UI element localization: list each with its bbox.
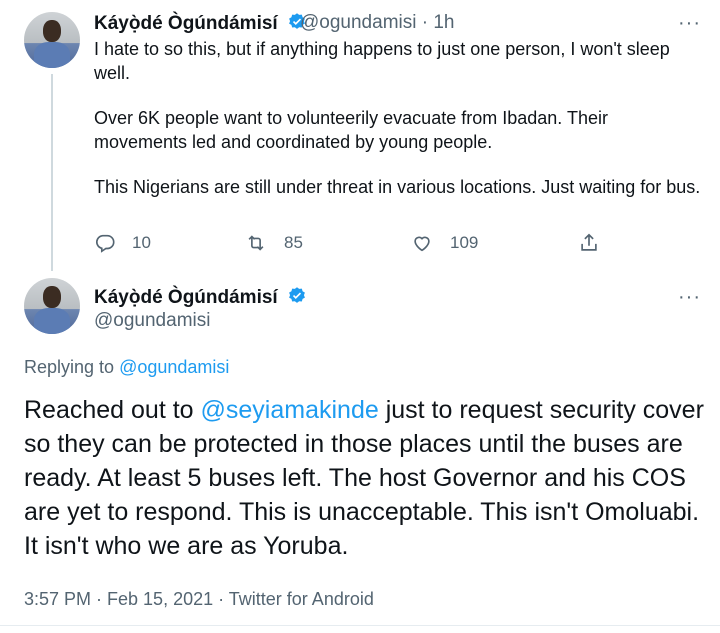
handle-text: @ogundamisi	[300, 12, 417, 33]
author-avatar[interactable]	[24, 278, 80, 334]
avatar-body	[34, 308, 70, 334]
replying-to-link[interactable]: @ogundamisi	[119, 357, 229, 377]
mention-link[interactable]: @seyiamakinde	[201, 396, 379, 424]
share-button[interactable]	[578, 232, 600, 254]
reply-count: 10	[132, 233, 151, 252]
tweet-text-start: Reached out to	[24, 396, 201, 424]
like-count: 109	[450, 233, 479, 252]
share-icon	[578, 232, 600, 254]
avatar-body	[34, 42, 70, 68]
author-handle[interactable]: @ogundamisi · 1h	[300, 12, 455, 34]
like-button[interactable]: 109	[410, 232, 478, 254]
thread-connector-line	[51, 74, 53, 271]
retweet-icon	[244, 232, 268, 254]
avatar-head	[43, 286, 61, 308]
divider	[0, 625, 720, 626]
tweet-text: Reached out to @seyiamakinde just to req…	[24, 393, 704, 563]
author-avatar[interactable]	[24, 12, 80, 68]
author-name[interactable]: Káyọ̀dé Ògúndámisí	[94, 12, 307, 38]
verified-badge-icon	[287, 286, 307, 312]
more-icon[interactable]: ···	[678, 13, 701, 33]
author-name-text: Káyọ̀dé Ògúndámisí	[94, 287, 278, 308]
author-name-text: Káyọ̀dé Ògúndámisí	[94, 13, 278, 34]
retweet-count: 85	[284, 233, 303, 252]
tweet-text: I hate to so this, but if anything happe…	[94, 37, 704, 220]
avatar-head	[43, 20, 61, 42]
retweet-button[interactable]: 85	[244, 232, 303, 254]
tweet-timestamp[interactable]: 3:57 PM · Feb 15, 2021 · Twitter for And…	[24, 589, 374, 610]
replying-prefix: Replying to	[24, 357, 115, 377]
tweet-paragraph: Over 6K people want to volunteerily evac…	[94, 108, 608, 152]
tweet-paragraph: I hate to so this, but if anything happe…	[94, 39, 670, 83]
tweet-time[interactable]: · 1h	[422, 12, 455, 33]
heart-icon	[410, 232, 434, 254]
reply-button[interactable]: 10	[94, 232, 151, 254]
more-icon[interactable]: ···	[678, 287, 701, 307]
replying-to-line: Replying to @ogundamisi	[24, 357, 229, 378]
author-name[interactable]: Káyọ̀dé Ògúndámisí	[94, 286, 307, 312]
reply-icon	[94, 232, 116, 254]
author-handle[interactable]: @ogundamisi	[94, 310, 210, 332]
tweet-paragraph: This Nigerians are still under threat in…	[94, 177, 701, 197]
